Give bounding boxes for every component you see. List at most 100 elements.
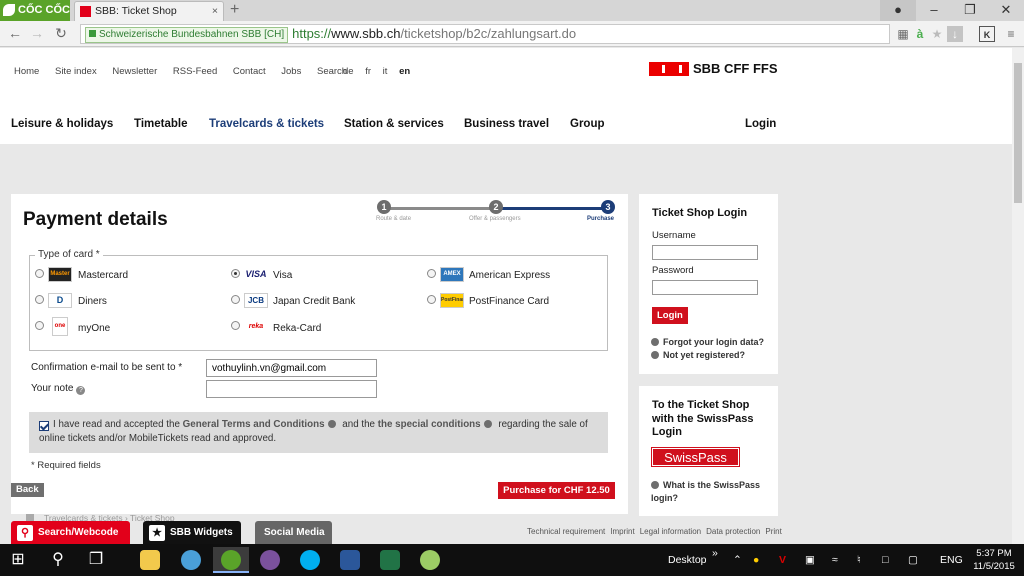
taskbar-chrome[interactable] bbox=[173, 547, 209, 573]
taskbar-coccoc[interactable] bbox=[213, 547, 249, 573]
new-tab-button[interactable]: + bbox=[230, 0, 239, 20]
coccoc-dictionary-icon[interactable]: à bbox=[912, 26, 928, 42]
system-clock[interactable]: 5:37 PM 11/5/2015 bbox=[966, 547, 1022, 573]
bookmark-star-icon[interactable]: ★ bbox=[929, 26, 945, 42]
purchase-button[interactable]: Purchase for CHF 12.50 bbox=[498, 482, 615, 499]
kaspersky-icon[interactable]: K bbox=[979, 26, 995, 42]
util-link-contact[interactable]: Contact bbox=[233, 66, 266, 77]
radio-visa[interactable] bbox=[231, 269, 240, 278]
forward-arrow-icon[interactable]: → bbox=[27, 25, 47, 41]
desktop-toolbar[interactable]: Desktop bbox=[668, 544, 707, 576]
download-icon[interactable]: ↓ bbox=[947, 26, 963, 42]
radio-diners[interactable] bbox=[35, 295, 44, 304]
link-general-terms[interactable]: General Terms and Conditions bbox=[183, 419, 325, 430]
task-view-icon[interactable]: ❐ bbox=[82, 548, 110, 572]
back-button[interactable]: Back bbox=[11, 483, 44, 497]
note-field[interactable] bbox=[206, 380, 377, 398]
nav-leisure[interactable]: Leisure & holidays bbox=[11, 118, 113, 130]
nav-business[interactable]: Business travel bbox=[464, 118, 549, 130]
minimize-icon[interactable]: – bbox=[916, 0, 952, 21]
email-field[interactable] bbox=[206, 359, 377, 377]
social-media-tab[interactable]: Social Media bbox=[255, 521, 332, 544]
nav-travelcards[interactable]: Travelcards & tickets bbox=[209, 118, 324, 130]
toolbar-chevron[interactable]: » bbox=[712, 544, 718, 576]
certificate-owner: Schweizerische Bundesbahnen SBB [CH] bbox=[99, 29, 285, 40]
footer-imprint[interactable]: Imprint bbox=[610, 527, 634, 536]
taskbar-skype[interactable] bbox=[292, 547, 328, 573]
language-indicator[interactable]: ENG bbox=[940, 544, 963, 576]
taskbar-excel[interactable] bbox=[372, 547, 408, 573]
radio-reka[interactable] bbox=[231, 321, 240, 330]
radio-amex[interactable] bbox=[427, 269, 436, 278]
sbb-logo[interactable]: SBB CFF FFS bbox=[649, 61, 778, 77]
lock-icon bbox=[89, 30, 96, 37]
taskbar-word[interactable] bbox=[332, 547, 368, 573]
footer-legal[interactable]: Legal information bbox=[640, 527, 701, 536]
note-label: Your note? bbox=[31, 383, 86, 395]
footer-tech-req[interactable]: Technical requirement bbox=[527, 527, 605, 536]
show-hidden-icons-icon[interactable]: ⌃ bbox=[733, 544, 742, 576]
radio-jcb[interactable] bbox=[231, 295, 240, 304]
sbb-widgets-tab[interactable]: ★ SBB Widgets bbox=[143, 521, 241, 544]
terms-box: I have read and accepted the General Ter… bbox=[29, 412, 608, 453]
user-icon[interactable]: ● bbox=[880, 0, 916, 21]
swisspass-info-link[interactable]: What is the SwissPass login? bbox=[651, 479, 771, 504]
vivaldi-tray-icon[interactable]: V bbox=[779, 544, 786, 576]
browser-tab[interactable]: SBB: Ticket Shop × bbox=[74, 1, 224, 21]
search-webcode-tab[interactable]: ⚲ Search/Webcode bbox=[11, 521, 130, 544]
search-icon[interactable]: ⚲ bbox=[44, 548, 72, 572]
close-tab-icon[interactable]: × bbox=[212, 2, 218, 20]
username-field[interactable] bbox=[652, 245, 758, 260]
not-registered-link[interactable]: Not yet registered? bbox=[651, 350, 745, 360]
radio-mastercard[interactable] bbox=[35, 269, 44, 278]
close-window-icon[interactable]: ✕ bbox=[988, 0, 1024, 21]
tray-app-icon[interactable]: ● bbox=[753, 544, 759, 576]
util-link-rss[interactable]: RSS-Feed bbox=[173, 66, 217, 77]
windows-start-icon[interactable]: ⊞ bbox=[4, 548, 32, 572]
nav-login[interactable]: Login bbox=[745, 118, 776, 130]
home-icon[interactable] bbox=[26, 514, 34, 521]
forgot-login-link[interactable]: Forgot your login data? bbox=[651, 337, 764, 347]
back-arrow-icon[interactable]: ← bbox=[5, 25, 25, 41]
ev-certificate-badge[interactable]: Schweizerische Bundesbahnen SBB [CH] bbox=[85, 27, 289, 43]
keyboard-icon[interactable]: ▣ bbox=[805, 544, 815, 576]
lang-en[interactable]: en bbox=[399, 66, 410, 77]
reka-icon: reka bbox=[244, 319, 268, 334]
url-field[interactable]: Schweizerische Bundesbahnen SBB [CH] http… bbox=[80, 24, 890, 44]
util-link-jobs[interactable]: Jobs bbox=[281, 66, 301, 77]
radio-myone[interactable] bbox=[35, 321, 44, 330]
scrollbar-thumb[interactable] bbox=[1014, 63, 1022, 203]
wifi-icon[interactable]: ≈ bbox=[832, 544, 838, 576]
menu-icon[interactable]: ≡ bbox=[1003, 26, 1019, 42]
restore-icon[interactable]: ❐ bbox=[952, 0, 988, 21]
ime-icon[interactable]: ▢ bbox=[908, 544, 918, 576]
util-link-home[interactable]: Home bbox=[14, 66, 39, 77]
lang-fr[interactable]: fr bbox=[365, 66, 371, 77]
step-3-label: Purchase bbox=[587, 216, 615, 222]
lang-de[interactable]: de bbox=[343, 66, 354, 77]
browser-logo[interactable]: CỐC CỐC bbox=[0, 0, 70, 21]
footer-data-protection[interactable]: Data protection bbox=[706, 527, 760, 536]
password-field[interactable] bbox=[652, 280, 758, 295]
reload-icon[interactable]: ↻ bbox=[51, 25, 71, 42]
footer-print[interactable]: Print bbox=[765, 527, 781, 536]
nav-station[interactable]: Station & services bbox=[344, 118, 444, 130]
notifications-icon[interactable]: □ bbox=[882, 544, 888, 576]
util-link-newsletter[interactable]: Newsletter bbox=[112, 66, 157, 77]
taskbar-viber[interactable] bbox=[252, 547, 288, 573]
taskbar-file-explorer[interactable] bbox=[132, 547, 168, 573]
taskbar-app[interactable] bbox=[412, 547, 448, 573]
volume-icon[interactable]: ♮ bbox=[857, 544, 861, 576]
login-button[interactable]: Login bbox=[652, 307, 688, 324]
nav-timetable[interactable]: Timetable bbox=[134, 118, 187, 130]
swisspass-button[interactable]: SwissPass bbox=[651, 447, 740, 467]
help-icon[interactable]: ? bbox=[76, 386, 86, 395]
browser-tab-strip: CỐC CỐC SBB: Ticket Shop × + ● – ❐ ✕ bbox=[0, 0, 1024, 21]
translate-icon[interactable]: ▦ bbox=[895, 26, 911, 42]
page-scrollbar[interactable] bbox=[1012, 48, 1024, 544]
nav-group[interactable]: Group bbox=[570, 118, 605, 130]
radio-postfinance[interactable] bbox=[427, 295, 436, 304]
util-link-site-index[interactable]: Site index bbox=[55, 66, 97, 77]
lang-it[interactable]: it bbox=[383, 66, 388, 77]
link-special-conditions[interactable]: the special conditions bbox=[378, 419, 481, 430]
